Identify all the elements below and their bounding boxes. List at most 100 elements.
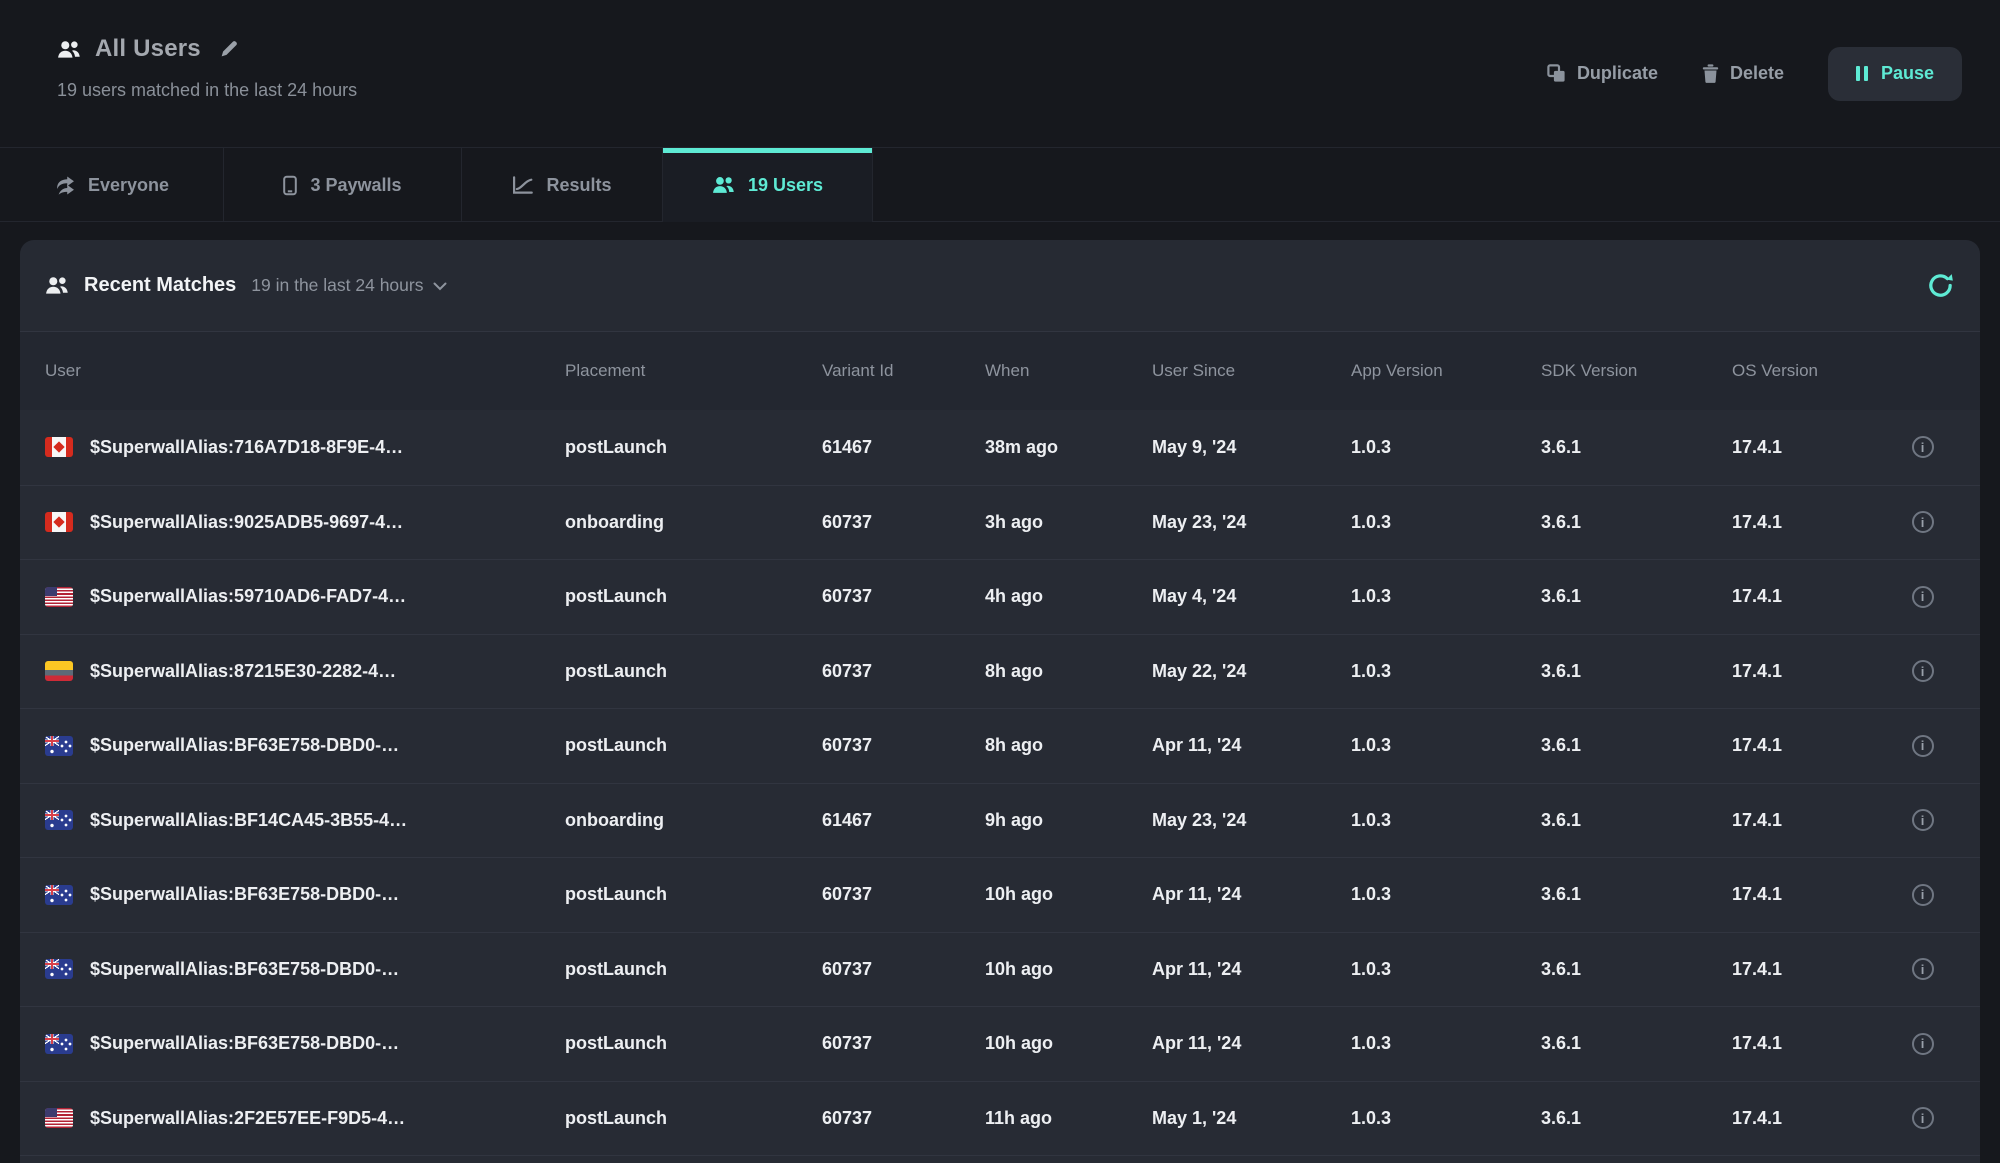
results-chart-icon — [512, 176, 533, 195]
table-row[interactable]: $SuperwallAlias:716A7D18-8F9E-4… postLau… — [20, 410, 1980, 485]
variant-id-value: 60737 — [822, 661, 985, 682]
info-icon[interactable]: i — [1912, 958, 1934, 980]
os-version-value: 17.4.1 — [1732, 586, 1890, 607]
tab-label-users: 19 Users — [748, 175, 823, 196]
recent-matches-panel: Recent Matches 19 in the last 24 hours U… — [20, 240, 1980, 1163]
placement-value: postLaunch — [565, 735, 822, 756]
country-flag — [45, 512, 73, 532]
table-row[interactable]: $SuperwallAlias:59710AD6-FAD7-4… postLau… — [20, 559, 1980, 634]
user-alias: $SuperwallAlias:2F2E57EE-F9D5-4… — [90, 1108, 405, 1129]
tab-users[interactable]: 19 Users — [663, 148, 873, 222]
placement-value: postLaunch — [565, 959, 822, 980]
app-version-value: 1.0.3 — [1351, 1108, 1541, 1129]
copy-icon — [1547, 64, 1566, 83]
when-value: 10h ago — [985, 1033, 1152, 1054]
pencil-icon[interactable] — [219, 40, 238, 59]
table-row[interactable]: $SuperwallAlias:9025ADB5-9697-4… onboard… — [20, 485, 1980, 560]
chevron-down-icon — [433, 275, 447, 296]
os-version-value: 17.4.1 — [1732, 512, 1890, 533]
variant-id-value: 60737 — [822, 884, 985, 905]
table-row[interactable]: $SuperwallAlias:BF14CA45-3B55-4… onboard… — [20, 783, 1980, 858]
country-flag — [45, 587, 73, 607]
column-header-os-version: OS Version — [1732, 361, 1890, 381]
placement-value: postLaunch — [565, 1033, 822, 1054]
panel-header: Recent Matches 19 in the last 24 hours — [20, 240, 1980, 332]
variant-id-value: 60737 — [822, 1108, 985, 1129]
placement-value: postLaunch — [565, 437, 822, 458]
when-value: 9h ago — [985, 810, 1152, 831]
user-since-value: May 23, '24 — [1152, 512, 1351, 533]
time-range-filter[interactable]: 19 in the last 24 hours — [251, 275, 447, 296]
table-row[interactable]: $SuperwallAlias:BF63E758-DBD0-… postLaun… — [20, 708, 1980, 783]
table-row[interactable]: $SuperwallAlias:2F2E57EE-F9D5-4… postLau… — [20, 1081, 1980, 1156]
trash-icon — [1702, 64, 1719, 83]
tab-bar: Everyone 3 Paywalls Results 19 Users — [0, 147, 2000, 222]
tab-everyone[interactable]: Everyone — [0, 148, 224, 222]
when-value: 8h ago — [985, 661, 1152, 682]
info-icon[interactable]: i — [1912, 511, 1934, 533]
tab-results[interactable]: Results — [462, 148, 663, 222]
country-flag — [45, 736, 73, 756]
when-value: 11h ago — [985, 1108, 1152, 1129]
info-icon[interactable]: i — [1912, 809, 1934, 831]
when-value: 38m ago — [985, 437, 1152, 458]
user-alias: $SuperwallAlias:716A7D18-8F9E-4… — [90, 437, 403, 458]
user-since-value: May 1, '24 — [1152, 1108, 1351, 1129]
tab-paywalls[interactable]: 3 Paywalls — [224, 148, 462, 222]
country-flag — [45, 661, 73, 681]
when-value: 10h ago — [985, 884, 1152, 905]
sdk-version-value: 3.6.1 — [1541, 586, 1732, 607]
user-alias: $SuperwallAlias:BF63E758-DBD0-… — [90, 735, 399, 756]
app-version-value: 1.0.3 — [1351, 735, 1541, 756]
column-header-sdk-version: SDK Version — [1541, 361, 1732, 381]
users-icon — [712, 176, 735, 194]
placement-value: postLaunch — [565, 884, 822, 905]
country-flag — [45, 810, 73, 830]
sdk-version-value: 3.6.1 — [1541, 437, 1732, 458]
info-icon[interactable]: i — [1912, 586, 1934, 608]
country-flag — [45, 437, 73, 457]
header-title-block: All Users 19 users matched in the last 2… — [57, 0, 357, 147]
app-version-value: 1.0.3 — [1351, 512, 1541, 533]
info-icon[interactable]: i — [1912, 884, 1934, 906]
column-header-placement: Placement — [565, 361, 822, 381]
info-icon[interactable]: i — [1912, 436, 1934, 458]
table-row[interactable]: $SuperwallAlias:BF63E758-DBD0-… postLaun… — [20, 932, 1980, 1007]
refresh-icon[interactable] — [1926, 271, 1955, 300]
pause-button[interactable]: Pause — [1828, 47, 1962, 101]
sdk-version-value: 3.6.1 — [1541, 661, 1732, 682]
table-row[interactable]: $SuperwallAlias:BF63E758-DBD0-… postLaun… — [20, 857, 1980, 932]
user-since-value: Apr 11, '24 — [1152, 959, 1351, 980]
duplicate-button[interactable]: Duplicate — [1547, 63, 1658, 84]
when-value: 4h ago — [985, 586, 1152, 607]
os-version-value: 17.4.1 — [1732, 810, 1890, 831]
info-icon[interactable]: i — [1912, 1107, 1934, 1129]
table-row[interactable]: $SuperwallAlias:87215E30-2282-4… postLau… — [20, 634, 1980, 709]
os-version-value: 17.4.1 — [1732, 437, 1890, 458]
tab-label-results: Results — [546, 175, 611, 196]
duplicate-label: Duplicate — [1577, 63, 1658, 84]
column-header-when: When — [985, 361, 1152, 381]
app-version-value: 1.0.3 — [1351, 884, 1541, 905]
everyone-arrows-icon — [54, 176, 75, 195]
info-icon[interactable]: i — [1912, 660, 1934, 682]
variant-id-value: 61467 — [822, 810, 985, 831]
delete-button[interactable]: Delete — [1702, 63, 1784, 84]
os-version-value: 17.4.1 — [1732, 735, 1890, 756]
app-version-value: 1.0.3 — [1351, 661, 1541, 682]
table-row[interactable]: $SuperwallAlias:BF63E758-DBD0-… postLaun… — [20, 1006, 1980, 1081]
app-version-value: 1.0.3 — [1351, 810, 1541, 831]
paywall-phone-icon — [283, 175, 297, 196]
placement-value: onboarding — [565, 810, 822, 831]
app-header: All Users 19 users matched in the last 2… — [0, 0, 2000, 147]
table-body: $SuperwallAlias:716A7D18-8F9E-4… postLau… — [20, 410, 1980, 1155]
variant-id-value: 60737 — [822, 1033, 985, 1054]
info-icon[interactable]: i — [1912, 735, 1934, 757]
tab-label-paywalls: 3 Paywalls — [310, 175, 401, 196]
table-header-row: User Placement Variant Id When User Sinc… — [20, 332, 1980, 410]
app-version-value: 1.0.3 — [1351, 1033, 1541, 1054]
user-since-value: Apr 11, '24 — [1152, 884, 1351, 905]
variant-id-value: 60737 — [822, 735, 985, 756]
info-icon[interactable]: i — [1912, 1033, 1934, 1055]
user-since-value: Apr 11, '24 — [1152, 1033, 1351, 1054]
